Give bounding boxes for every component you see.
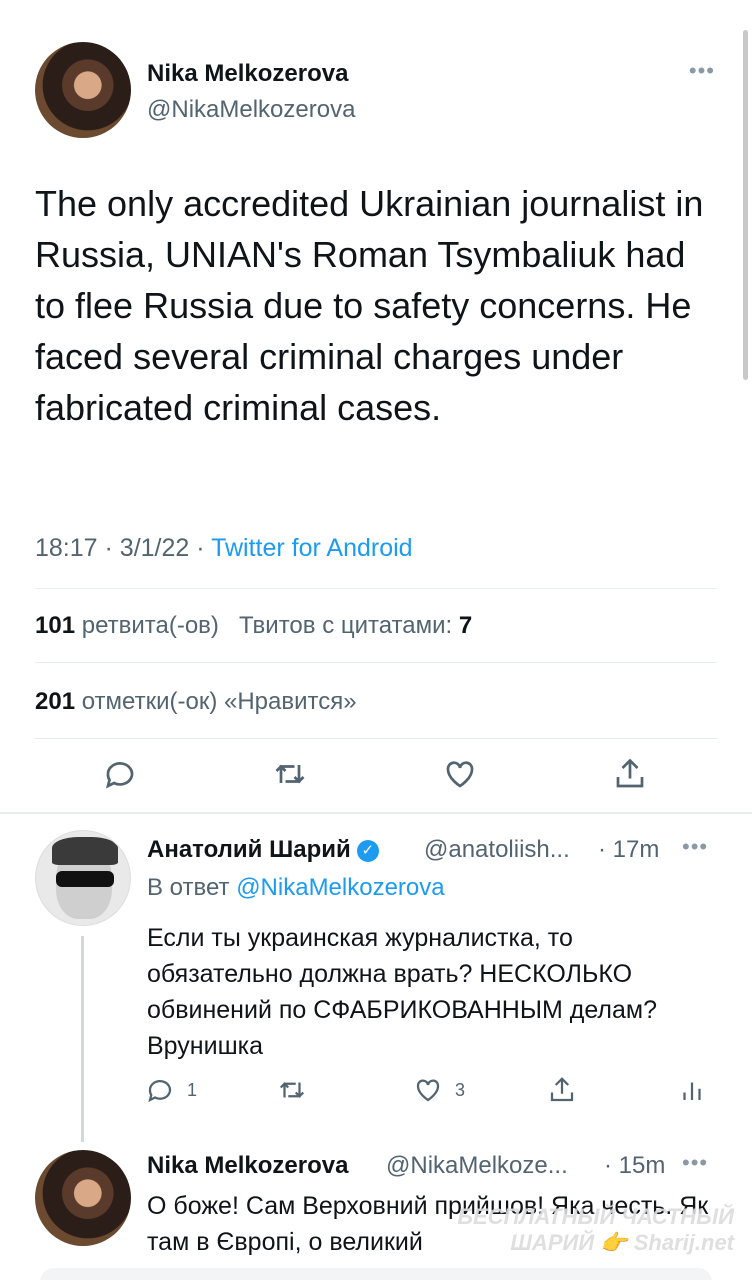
reply-timestamp[interactable]: · 17m bbox=[598, 836, 659, 864]
in-reply-to: В ответ @NikaMelkozerova bbox=[147, 874, 445, 902]
more-options-icon[interactable]: ••• bbox=[682, 834, 708, 860]
author-name[interactable]: Nika Melkozerova bbox=[147, 60, 348, 88]
tweet-source-link[interactable]: Twitter for Android bbox=[211, 534, 412, 562]
reply-author-handle[interactable]: @anatoliish... bbox=[424, 836, 570, 864]
watermark-line1: БЕСПЛАТНЫЙ ЧАСТНЫЙ bbox=[457, 1204, 734, 1229]
in-reply-handle-link[interactable]: @NikaMelkozerova bbox=[236, 874, 444, 901]
reply-actions: 1 3 bbox=[145, 1072, 715, 1108]
analytics-icon bbox=[683, 1082, 701, 1100]
tweet-date: 3/1/22 bbox=[119, 534, 190, 562]
meta-separator: · bbox=[196, 534, 212, 562]
reply-count: 1 bbox=[187, 1079, 198, 1100]
tweet-actions bbox=[0, 756, 752, 804]
more-options-icon[interactable]: ••• bbox=[689, 58, 715, 84]
avatar[interactable] bbox=[35, 1150, 131, 1246]
reply-author-name[interactable]: Nika Melkozerova bbox=[147, 1152, 348, 1180]
thread-line bbox=[81, 936, 84, 1142]
scrollbar[interactable] bbox=[743, 30, 748, 380]
tweet-time: 18:17 bbox=[35, 534, 98, 562]
reply-button[interactable]: 1 bbox=[145, 1072, 197, 1108]
retweet-stats[interactable]: 101 ретвита(-ов) Твитов с цитатами: 7 bbox=[35, 612, 472, 640]
avatar[interactable] bbox=[35, 42, 131, 138]
likes-stats[interactable]: 201 отметки(-ок) «Нравится» bbox=[35, 688, 357, 716]
reply-author-handle[interactable]: @NikaMelkoze... bbox=[386, 1152, 568, 1180]
share-button[interactable] bbox=[547, 1072, 577, 1108]
reply-text: Если ты украинская журналистка, то обяза… bbox=[147, 924, 657, 1060]
reply-author-name-text: Анатолий Шарий bbox=[147, 836, 351, 863]
reply-author-name[interactable]: Анатолий Шарий ✓ bbox=[147, 836, 379, 864]
retweet-button[interactable] bbox=[277, 1072, 307, 1108]
reply-timestamp[interactable]: · 15m bbox=[604, 1152, 665, 1180]
share-icon[interactable] bbox=[612, 756, 652, 796]
tweet-meta: 18:17 · 3/1/22 · Twitter for Android bbox=[35, 534, 413, 563]
avatar[interactable] bbox=[35, 830, 131, 926]
divider bbox=[35, 662, 717, 663]
like-icon bbox=[416, 1079, 440, 1102]
author-handle[interactable]: @NikaMelkozerova bbox=[147, 96, 355, 124]
retweets-label: ретвита(-ов) bbox=[81, 612, 219, 639]
like-button[interactable]: 3 bbox=[413, 1072, 465, 1108]
watermark-line2: ШАРИЙ 👉 Sharij.net bbox=[510, 1230, 734, 1255]
retweet-icon[interactable] bbox=[272, 756, 312, 796]
like-icon[interactable] bbox=[442, 756, 482, 796]
quotes-count: 7 bbox=[458, 612, 473, 639]
divider bbox=[35, 588, 717, 589]
share-icon bbox=[550, 1077, 574, 1102]
reply-icon[interactable] bbox=[102, 756, 142, 796]
reply-composer-bar[interactable] bbox=[40, 1268, 712, 1280]
in-reply-prefix: В ответ bbox=[147, 874, 230, 901]
likes-label: отметки(-ок) «Нравится» bbox=[81, 688, 357, 715]
divider bbox=[35, 738, 717, 739]
retweets-count: 101 bbox=[35, 612, 76, 639]
analytics-button[interactable] bbox=[677, 1072, 707, 1108]
section-separator bbox=[0, 812, 752, 814]
like-count: 3 bbox=[455, 1079, 466, 1100]
tweet-text: The only accredited Ukrainian journalist… bbox=[35, 183, 704, 428]
more-options-icon[interactable]: ••• bbox=[682, 1150, 708, 1176]
quotes-label: Твитов с цитатами: bbox=[238, 612, 453, 639]
likes-count: 201 bbox=[35, 688, 76, 715]
verified-badge-icon: ✓ bbox=[356, 840, 379, 862]
retweet-icon bbox=[279, 1082, 305, 1098]
main-tweet-header: Nika Melkozerova @NikaMelkozerova ••• bbox=[35, 42, 715, 138]
watermark: БЕСПЛАТНЫЙ ЧАСТНЫЙ ШАРИЙ 👉 Sharij.net bbox=[457, 1204, 734, 1256]
meta-separator: · bbox=[104, 534, 120, 562]
reply-icon bbox=[148, 1080, 172, 1103]
